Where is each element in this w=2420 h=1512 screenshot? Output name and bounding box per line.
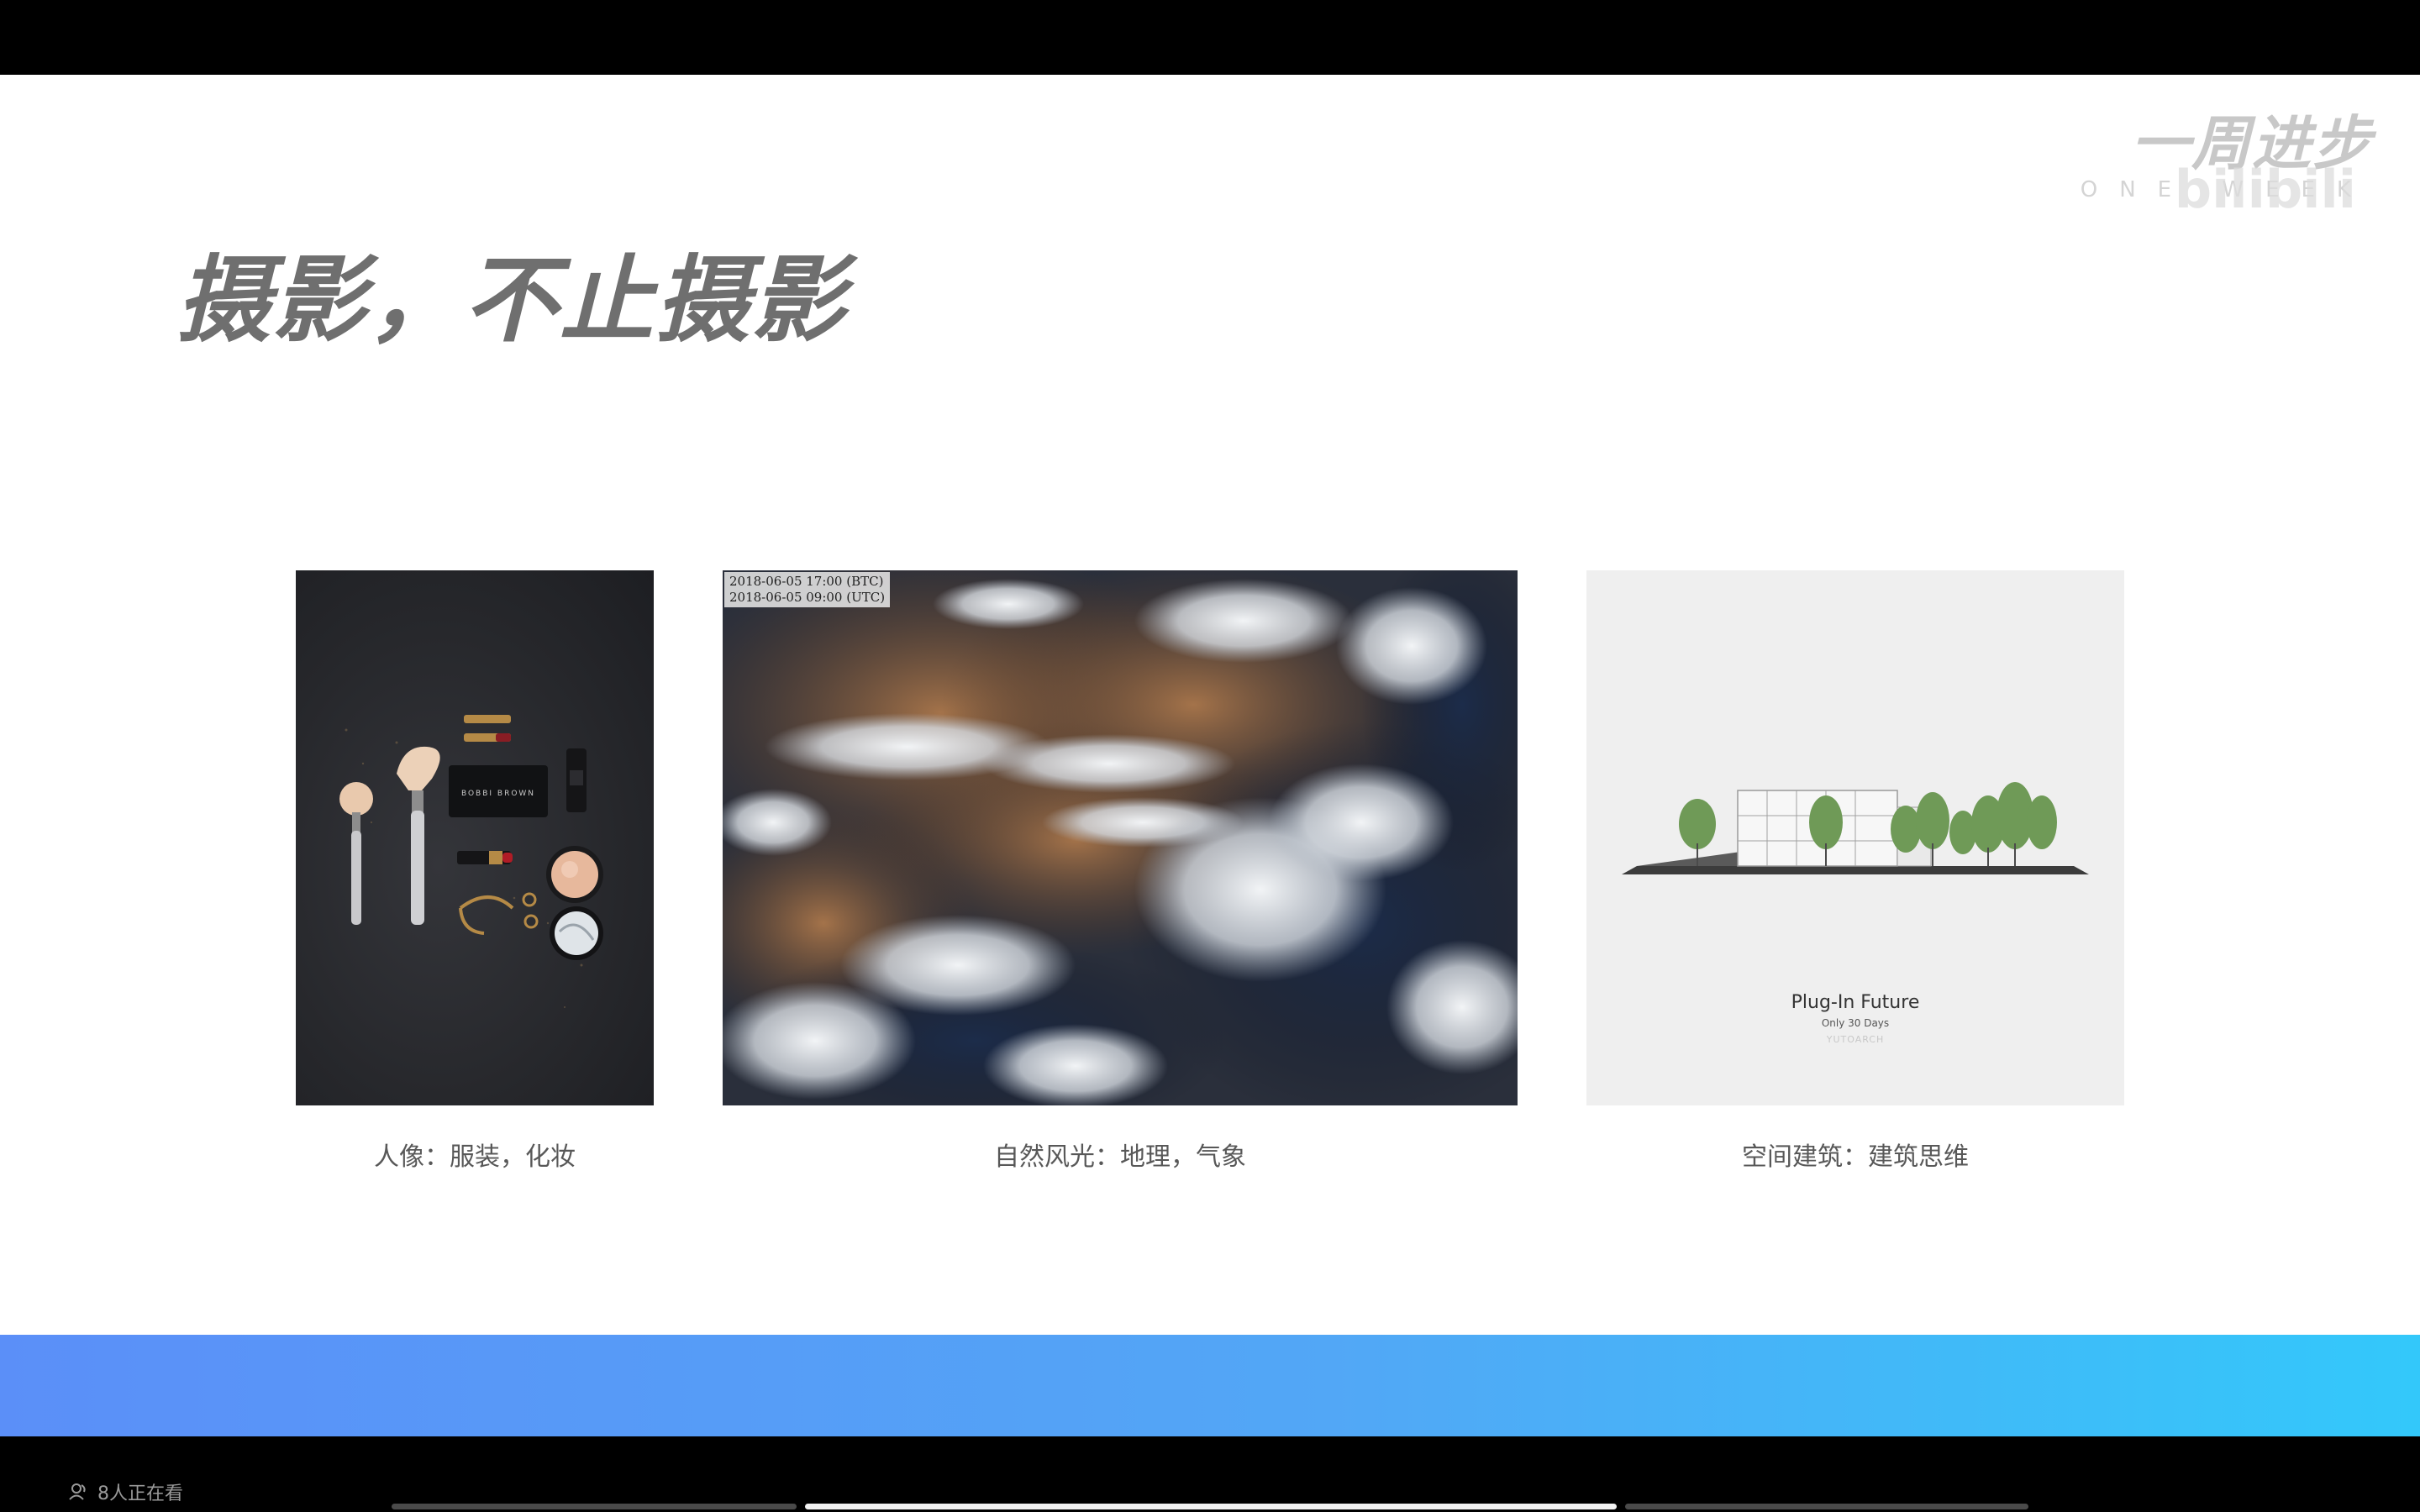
viewer-count: 8人正在看 — [69, 1478, 183, 1505]
viewer-count-text: 8人正在看 — [97, 1483, 183, 1504]
svg-text:BOBBI BROWN: BOBBI BROWN — [461, 790, 535, 798]
slide-footer-gradient-bar — [0, 1335, 2420, 1436]
satellite-timestamp: 2018-06-05 17:00 (BTC) 2018-06-05 09:00 … — [724, 572, 891, 607]
logo: 一周进步 ONE WEEK bilibili — [1970, 97, 2373, 239]
top-black-bar — [0, 0, 2420, 75]
caption-architecture: 空间建筑：建筑思维 — [1742, 1142, 1969, 1172]
bilibili-watermark: bilibili — [2174, 159, 2356, 220]
caption-portrait: 人像：服装，化妆 — [374, 1142, 576, 1172]
makeup-illustration: BOBBI BROWN — [339, 715, 603, 1008]
viewers-icon — [69, 1483, 86, 1500]
poster-subtitle: Only 30 Days — [1821, 1017, 1890, 1029]
makeup-photo: BOBBI BROWN — [296, 570, 654, 1105]
progress-segment-1[interactable] — [392, 1504, 797, 1509]
poster-title: Plug-In Future — [1791, 992, 1920, 1013]
poster-brand: YUTOARCH — [1826, 1034, 1885, 1045]
presentation-slide: 一周进步 ONE WEEK bilibili 摄影，不止摄影 BOBBI BRO… — [0, 75, 2420, 1436]
slide-title: 摄影，不止摄影 — [176, 246, 847, 355]
architecture-poster: Plug-In Future Only 30 Days YUTOARCH — [1586, 570, 2124, 1105]
satellite-illustration — [723, 570, 1518, 1105]
timestamp-line-2: 2018-06-05 09:00 (UTC) — [729, 590, 886, 605]
progress-segment-2[interactable] — [805, 1504, 1617, 1509]
caption-landscape: 自然风光：地理，气象 — [994, 1142, 1246, 1172]
satellite-photo: 2018-06-05 17:00 (BTC) 2018-06-05 09:00 … — [723, 570, 1518, 1105]
timestamp-line-1: 2018-06-05 17:00 (BTC) — [729, 574, 884, 589]
progress-segment-3[interactable] — [1625, 1504, 2028, 1509]
player-bottom-bar: 8人正在看 — [0, 1436, 2420, 1512]
